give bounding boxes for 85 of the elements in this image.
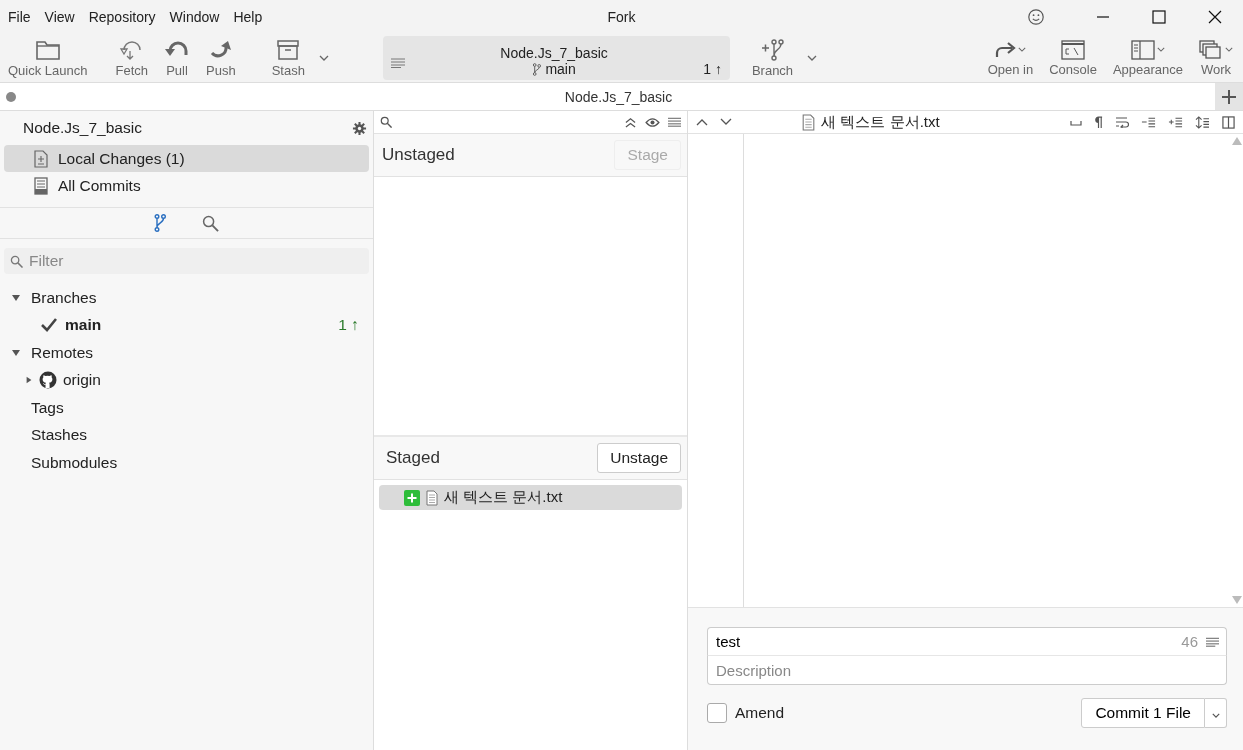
window-title: Fork <box>607 9 636 25</box>
tree-item[interactable]: main <box>65 316 102 335</box>
menu-item[interactable]: Window <box>162 9 227 25</box>
ahead-count: 1 ↑ <box>338 316 359 335</box>
navigation-item[interactable]: All Commits <box>4 172 369 199</box>
filter-field[interactable]: Filter <box>4 248 369 274</box>
section-title: Staged <box>386 448 440 468</box>
pilcrow-icon[interactable] <box>1094 115 1103 129</box>
toolbar-button[interactable]: Fetch <box>107 38 156 78</box>
toolbar-button[interactable]: Open in <box>979 39 1042 77</box>
tree-item[interactable]: Branches <box>31 288 97 307</box>
eye-icon[interactable] <box>645 116 660 128</box>
file-name: 새 텍스트 문서.txt <box>444 488 563 507</box>
tree-item[interactable]: Stashes <box>31 426 87 445</box>
document-icon <box>33 149 49 168</box>
toolbar-button[interactable]: Quick Launch <box>0 38 96 78</box>
toolbar-button[interactable]: Stash <box>263 38 313 78</box>
panel-layout-icon <box>1130 39 1155 60</box>
amend-checkbox[interactable] <box>707 703 727 723</box>
character-counter: 46 <box>1181 633 1198 650</box>
lines-icon[interactable] <box>1206 636 1219 647</box>
lines-icon <box>390 58 405 68</box>
menu-item[interactable]: View <box>37 9 82 25</box>
chevron-down-icon[interactable] <box>720 118 732 126</box>
search-icon[interactable] <box>380 116 392 128</box>
box-icon <box>275 38 302 61</box>
tree-item[interactable]: Tags <box>31 398 64 417</box>
file-row[interactable]: 새 텍스트 문서.txt <box>379 485 682 510</box>
tree-item[interactable]: origin <box>63 371 101 390</box>
split-view-icon[interactable] <box>1222 115 1235 129</box>
repository-selector[interactable]: Node.Js_7_basic main 1 ↑ <box>382 36 730 80</box>
close-icon[interactable] <box>1207 9 1223 25</box>
collapse-icon[interactable] <box>624 116 637 128</box>
caret-icon[interactable] <box>318 55 329 61</box>
maximize-icon[interactable] <box>1151 9 1167 25</box>
document-icon <box>426 489 438 506</box>
branch-add-icon <box>759 38 786 61</box>
lines-icon[interactable] <box>668 117 681 127</box>
branch-icon <box>532 62 542 76</box>
tree-item[interactable]: Remotes <box>31 343 94 362</box>
ahead-count: 1 ↑ <box>703 61 722 77</box>
disclosure-triangle-icon[interactable] <box>11 292 21 303</box>
diff-file-name: 새 텍스트 문서.txt <box>821 112 940 132</box>
navigation-item[interactable]: Local Changes (1) <box>4 145 369 172</box>
toolbar-button[interactable]: Pull <box>156 38 198 78</box>
increase-lines-icon[interactable] <box>1168 116 1183 128</box>
document-stack-icon <box>33 176 49 195</box>
repository-name: Node.Js_7_basic <box>500 45 608 61</box>
caret-icon <box>1211 712 1220 718</box>
section-title: Unstaged <box>382 145 455 165</box>
decrease-lines-icon[interactable] <box>1141 116 1156 128</box>
plus-icon <box>1221 88 1237 105</box>
add-tab-button[interactable] <box>1215 83 1243 110</box>
expand-lines-icon[interactable] <box>1195 115 1210 129</box>
stacked-windows-icon <box>1199 39 1223 60</box>
wrap-icon[interactable] <box>1115 116 1129 128</box>
tree-item[interactable]: Submodules <box>31 453 118 472</box>
disclosure-triangle-icon[interactable] <box>25 375 33 386</box>
toolbar-button[interactable]: Appearance <box>1104 39 1191 77</box>
disclosure-triangle-icon[interactable] <box>11 347 21 358</box>
caret-icon[interactable] <box>807 55 818 61</box>
description-field[interactable]: Description <box>707 656 1227 685</box>
menu-item[interactable]: Help <box>226 9 270 25</box>
toolbar-button[interactable]: Branch <box>743 38 802 78</box>
whitespace-icon[interactable] <box>1070 118 1082 126</box>
terminal-icon <box>1061 39 1085 60</box>
menu-item[interactable]: Repository <box>81 9 163 25</box>
repository-title: Node.Js_7_basic <box>23 119 142 137</box>
menu-item[interactable]: File <box>1 9 38 25</box>
search-icon[interactable] <box>202 214 219 232</box>
status-dot <box>6 91 16 102</box>
smiley-icon[interactable] <box>1027 8 1045 26</box>
branch-icon[interactable] <box>154 214 166 232</box>
toolbar-button[interactable]: Push <box>198 38 244 78</box>
toolbar-button[interactable]: Console <box>1041 39 1105 77</box>
commit-button[interactable]: Commit 1 File <box>1081 698 1205 728</box>
chevron-up-icon[interactable] <box>696 118 708 126</box>
unstage-button[interactable]: Unstage <box>597 443 681 473</box>
redo-arrow-icon <box>994 39 1017 60</box>
branch-name: main <box>545 61 576 77</box>
amend-label: Amend <box>735 704 785 722</box>
toolbar-button[interactable]: Work <box>1191 39 1241 77</box>
github-icon <box>39 371 57 390</box>
folder-icon <box>34 38 61 61</box>
settings-icon[interactable] <box>352 120 367 136</box>
